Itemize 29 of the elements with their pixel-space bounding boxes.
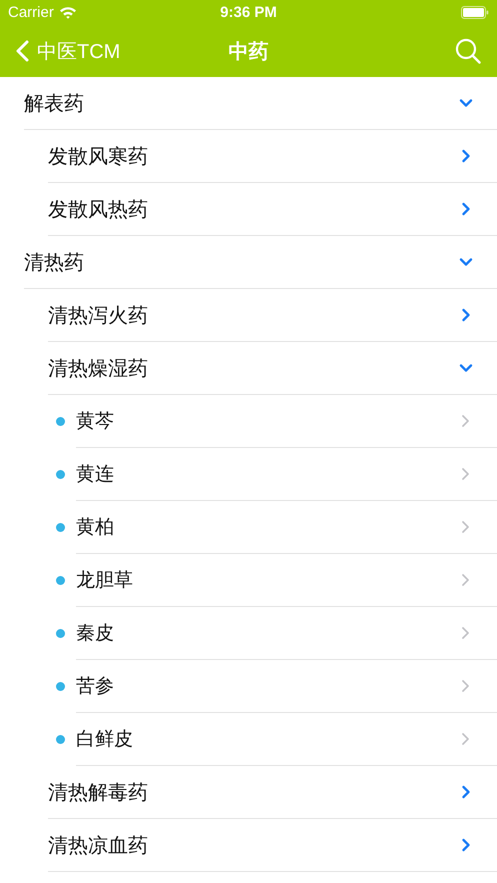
herb-item[interactable]: 秦皮 [76,607,497,660]
bullet-dot [56,576,65,585]
wifi-icon [58,6,77,19]
battery-icon [461,6,489,19]
category-item[interactable]: 发散风热药 [48,183,497,236]
herb-item[interactable]: 白鲜皮 [76,713,497,766]
bullet-dot [56,682,65,691]
bullet-dot [56,629,65,638]
category-item[interactable]: 解表药 [24,77,497,130]
category-item[interactable]: 清热泻火药 [48,289,497,342]
category-item[interactable]: 清热药 [24,236,497,289]
category-item[interactable]: 清热解毒药 [48,766,497,819]
chevron-left-icon [16,40,29,62]
herb-item[interactable]: 苦参 [76,660,497,713]
clock-time: 9:36 PM [220,4,277,21]
bullet-dot [56,470,65,479]
herb-item[interactable]: 龙胆草 [76,554,497,607]
search-button[interactable] [455,38,481,64]
herb-item[interactable]: 黄连 [76,448,497,501]
category-item[interactable]: 清热凉血药 [48,819,497,872]
herb-item[interactable]: 黄柏 [76,501,497,554]
bullet-dot [56,735,65,744]
bullet-dot [56,523,65,532]
bullet-dot [56,417,65,426]
screen-title: 中药 [228,40,268,64]
carrier-label: Carrier [8,4,54,21]
category-item[interactable]: 发散风寒药 [48,130,497,183]
category-item[interactable]: 清热燥湿药 [48,342,497,395]
herb-item[interactable]: 黄芩 [76,395,497,448]
